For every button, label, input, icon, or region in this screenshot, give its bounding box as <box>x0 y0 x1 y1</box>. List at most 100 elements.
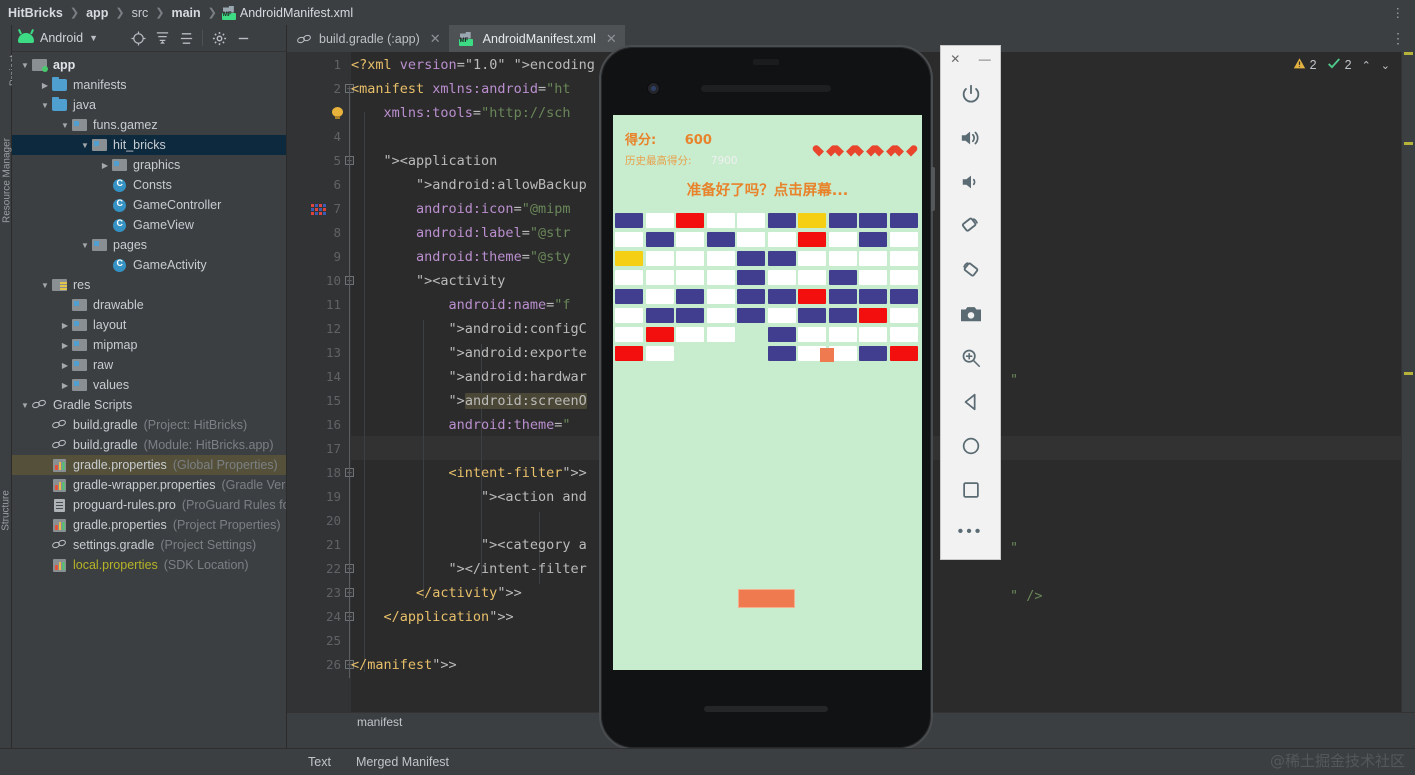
code-line[interactable]: <?xml version="1.0" ">encoding <box>351 57 595 73</box>
tree-item-build-gradle[interactable]: ▶build.gradle(Module: HitBricks.app) <box>12 435 286 455</box>
chevron-right-icon[interactable]: ▶ <box>58 361 72 370</box>
tree-item-gradle-scripts[interactable]: ▼ Gradle Scripts <box>12 395 286 415</box>
chevron-down-icon[interactable]: ▼ <box>58 121 72 130</box>
more-icon[interactable]: ••• <box>941 512 1000 552</box>
project-view-selector[interactable]: Android <box>40 31 83 45</box>
chevron-right-icon[interactable]: ▶ <box>58 341 72 350</box>
close-icon[interactable]: ✕ <box>430 31 441 47</box>
settings-gear-icon[interactable] <box>207 27 231 49</box>
tree-item-gamecontroller[interactable]: ▶GameController <box>12 195 286 215</box>
chevron-down-icon[interactable]: ▼ <box>38 101 52 110</box>
tree-item-manifests[interactable]: ▶ manifests <box>12 75 286 95</box>
code-line[interactable]: android:theme=" <box>351 417 571 433</box>
code-line[interactable]: ">android:allowBackup <box>351 177 587 193</box>
intention-bulb-icon[interactable] <box>331 107 344 120</box>
editor-scrollbar[interactable] <box>1402 52 1415 712</box>
breadcrumb-item-project[interactable]: HitBricks <box>6 6 65 20</box>
chevron-right-icon[interactable]: ▶ <box>38 81 52 90</box>
chevron-down-icon[interactable]: ▼ <box>78 241 92 250</box>
tree-item-app[interactable]: ▼ app <box>12 55 286 75</box>
more-options-icon[interactable]: ⋮ <box>1391 30 1405 47</box>
volume-down-icon[interactable] <box>941 160 1000 204</box>
tree-item-funs-gamez[interactable]: ▼ funs.gamez <box>12 115 286 135</box>
previous-problem-icon[interactable]: ⌃ <box>1362 59 1371 72</box>
code-line[interactable]: "><application <box>351 153 498 169</box>
overview-icon[interactable] <box>941 468 1000 512</box>
chevron-down-icon[interactable]: ▼ <box>78 141 92 150</box>
chevron-right-icon[interactable]: ▶ <box>58 381 72 390</box>
vcs-change-marker[interactable] <box>311 204 327 216</box>
volume-up-icon[interactable] <box>941 116 1000 160</box>
tree-item-proguard-rules-pro[interactable]: ▶proguard-rules.pro(ProGuard Rules for <box>12 495 286 515</box>
game-paddle[interactable] <box>738 589 795 608</box>
code-line[interactable]: android:label="@str <box>351 225 570 241</box>
zoom-in-icon[interactable] <box>941 336 1000 380</box>
tree-item-mipmap[interactable]: ▶ mipmap <box>12 335 286 355</box>
code-line[interactable]: "><activity <box>351 273 505 289</box>
rotate-right-icon[interactable] <box>941 248 1000 292</box>
scroll-marker-warning[interactable] <box>1404 52 1413 55</box>
tree-item-hit-bricks[interactable]: ▼ hit_bricks <box>12 135 286 155</box>
tab-text-view[interactable]: Text <box>308 755 331 769</box>
code-line[interactable]: xmlns:tools="http://sch <box>351 105 571 121</box>
code-line[interactable]: android:icon="@mipm <box>351 201 570 217</box>
breadcrumb-item-file[interactable]: AndroidManifest.xml <box>240 6 353 20</box>
code-line[interactable]: <intent-filter">> <box>351 465 587 481</box>
chevron-down-icon[interactable]: ▼ <box>18 61 32 70</box>
close-icon[interactable]: ✕ <box>606 31 617 47</box>
chevron-right-icon[interactable]: ▶ <box>58 321 72 330</box>
code-line[interactable]: android:name="f <box>351 297 571 313</box>
collapse-all-icon[interactable] <box>174 27 198 49</box>
tree-item-build-gradle[interactable]: ▶build.gradle(Project: HitBricks) <box>12 415 286 435</box>
code-line[interactable]: "><category a <box>351 537 587 553</box>
code-line[interactable]: </application">> <box>351 609 514 625</box>
tool-window-structure[interactable]: Structure <box>1 471 12 551</box>
tree-item-graphics[interactable]: ▶ graphics <box>12 155 286 175</box>
chevron-down-icon[interactable]: ▼ <box>38 281 52 290</box>
expand-all-icon[interactable] <box>150 27 174 49</box>
tree-item-gameactivity[interactable]: ▶GameActivity <box>12 255 286 275</box>
breadcrumb-item-main[interactable]: main <box>169 6 202 20</box>
inspection-widget[interactable]: 2 2 ⌃ ⌄ <box>1293 57 1390 73</box>
tree-item-layout[interactable]: ▶ layout <box>12 315 286 335</box>
emulator-screen[interactable]: 得分: 600 历史最高得分: 7900 准备好了吗？点击屏幕... <box>613 115 922 670</box>
tree-item-res[interactable]: ▼ res <box>12 275 286 295</box>
camera-icon[interactable] <box>941 292 1000 336</box>
next-problem-icon[interactable]: ⌄ <box>1381 59 1390 72</box>
tree-item-consts[interactable]: ▶Consts <box>12 175 286 195</box>
breadcrumb-item-app[interactable]: app <box>84 6 110 20</box>
code-line[interactable]: ">android:configC <box>351 321 587 337</box>
tree-item-gradle-properties[interactable]: ▶gradle.properties(Global Properties) <box>12 455 286 475</box>
scroll-marker-warning[interactable] <box>1404 142 1413 145</box>
more-options-icon[interactable]: ⋮ <box>1392 5 1406 20</box>
code-line[interactable]: ">android:screenO <box>351 393 587 409</box>
tree-item-gradle-properties[interactable]: ▶gradle.properties(Project Properties) <box>12 515 286 535</box>
code-line[interactable]: <manifest xmlns:android="ht <box>351 81 571 97</box>
chevron-right-icon[interactable]: ▶ <box>98 161 112 170</box>
editor-tab-android-manifest[interactable]: AndroidManifest.xml ✕ <box>448 25 625 52</box>
home-icon[interactable] <box>941 424 1000 468</box>
code-line[interactable]: ">android:hardwar <box>351 369 587 385</box>
project-tree[interactable]: ▼ app ▶ manifests ▼ java ▼ funs.gamez ▼ hit_brick… <box>12 52 286 760</box>
tree-item-values[interactable]: ▶ values <box>12 375 286 395</box>
code-line[interactable]: ">android:exporte <box>351 345 587 361</box>
chevron-down-icon[interactable]: ▼ <box>18 401 32 410</box>
code-line[interactable]: </manifest">> <box>351 657 457 673</box>
minimize-icon[interactable] <box>231 27 255 49</box>
tree-item-gameview[interactable]: ▶GameView <box>12 215 286 235</box>
rotate-left-icon[interactable] <box>941 204 1000 248</box>
tree-item-raw[interactable]: ▶ raw <box>12 355 286 375</box>
locate-icon[interactable] <box>126 27 150 49</box>
code-line[interactable]: </activity">> <box>351 585 522 601</box>
tree-item-gradle-wrapper-properties[interactable]: ▶gradle-wrapper.properties(Gradle Versio… <box>12 475 286 495</box>
tree-item-drawable[interactable]: ▶drawable <box>12 295 286 315</box>
code-line[interactable]: "></intent-filter <box>351 561 587 577</box>
back-icon[interactable] <box>941 380 1000 424</box>
tree-item-java[interactable]: ▼ java <box>12 95 286 115</box>
chevron-down-icon[interactable]: ▼ <box>89 33 98 43</box>
close-icon[interactable]: ✕ <box>950 52 960 66</box>
scroll-marker-warning[interactable] <box>1404 372 1413 375</box>
tab-merged-manifest[interactable]: Merged Manifest <box>356 755 449 769</box>
tool-window-resource-manager[interactable]: Resource Manager <box>2 126 13 236</box>
power-button[interactable] <box>931 167 935 211</box>
